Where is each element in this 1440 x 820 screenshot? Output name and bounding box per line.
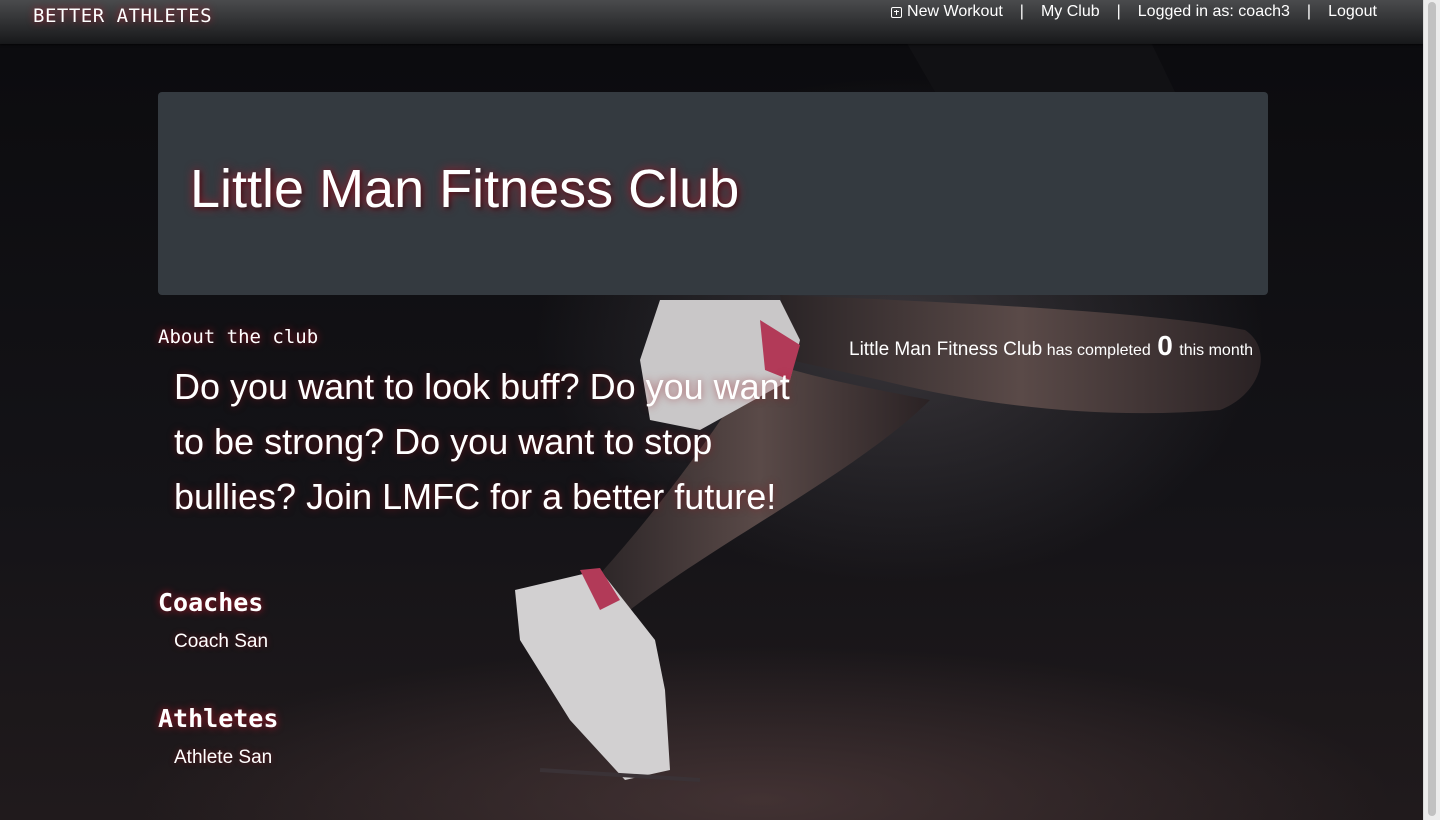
nav-separator: | — [1306, 3, 1312, 20]
club-title: Little Man Fitness Club — [190, 159, 740, 219]
stats-prefix: has completed — [1046, 342, 1151, 359]
stats-club-name: Little Man Fitness Club — [849, 339, 1043, 360]
coach-list-item[interactable]: Coach San — [174, 631, 268, 653]
stats-suffix: this month — [1179, 342, 1254, 359]
athlete-list-item[interactable]: Athlete San — [174, 747, 272, 769]
nav-links: New Workout | My Club | Logged in as: co… — [891, 3, 1377, 21]
top-navbar: BETTER ATHLETES New Workout | My Club | … — [0, 0, 1424, 44]
about-heading: About the club — [158, 326, 319, 348]
scrollbar-thumb[interactable] — [1428, 2, 1436, 816]
logged-in-user-link[interactable]: Logged in as: coach3 — [1138, 3, 1290, 21]
logout-link[interactable]: Logout — [1328, 3, 1377, 21]
plus-square-icon — [891, 6, 903, 18]
new-workout-link[interactable]: New Workout — [891, 3, 1003, 21]
stats-count: 0 — [1157, 330, 1173, 361]
about-text: Do you want to look buff? Do you want to… — [174, 366, 790, 517]
nav-separator: | — [1019, 3, 1024, 20]
coaches-heading: Coaches — [158, 588, 264, 617]
my-club-link[interactable]: My Club — [1041, 3, 1100, 21]
page-scrollbar[interactable] — [1423, 0, 1440, 820]
brand-logo[interactable]: BETTER ATHLETES — [33, 5, 212, 27]
athletes-heading: Athletes — [158, 704, 279, 733]
nav-separator: | — [1116, 3, 1121, 20]
new-workout-label: New Workout — [907, 3, 1003, 20]
club-monthly-stats: Little Man Fitness Club has completed 0 … — [849, 330, 1253, 362]
club-header-jumbotron: Little Man Fitness Club — [158, 92, 1268, 295]
